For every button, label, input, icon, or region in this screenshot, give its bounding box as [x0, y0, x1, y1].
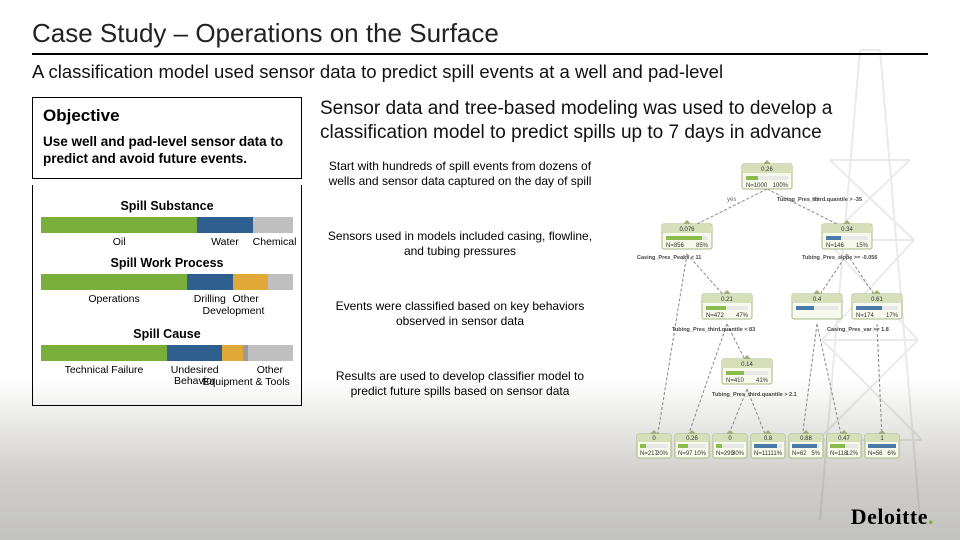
slide-subtitle: A classification model used sensor data … — [32, 61, 928, 83]
svg-text:0.47: 0.47 — [838, 436, 850, 442]
svg-text:0.8: 0.8 — [764, 436, 773, 442]
svg-text:N=62: N=62 — [792, 451, 807, 457]
chart-title-process: Spill Work Process — [41, 256, 293, 270]
svg-text:N=146: N=146 — [826, 243, 845, 249]
svg-text:0.14: 0.14 — [741, 362, 753, 368]
step-3: Events were classified based on key beha… — [320, 299, 600, 329]
svg-text:0.076: 0.076 — [679, 227, 695, 233]
svg-text:20%: 20% — [656, 451, 669, 457]
step-2: Sensors used in models included casing, … — [320, 229, 600, 259]
chart-title-cause: Spill Cause — [41, 327, 293, 341]
svg-text:85%: 85% — [696, 243, 709, 249]
deloitte-logo: Deloitte. — [851, 504, 934, 530]
svg-text:15%: 15% — [856, 243, 869, 249]
svg-text:N=856: N=856 — [666, 243, 685, 249]
step-4: Results are used to develop classifier m… — [320, 369, 600, 399]
svg-text:Tubing_Pres_slope >= -0.056: Tubing_Pres_slope >= -0.056 — [802, 255, 877, 261]
svg-text:0.61: 0.61 — [871, 297, 883, 303]
svg-text:Tubing_Pres_third.quantile < 8: Tubing_Pres_third.quantile < 83 — [672, 327, 755, 333]
svg-text:47%: 47% — [736, 313, 749, 319]
svg-text:Casing_Pres_var >= 1.8: Casing_Pres_var >= 1.8 — [827, 327, 889, 333]
svg-text:6%: 6% — [887, 451, 896, 457]
chart-bar-process — [41, 274, 293, 290]
svg-text:N=111: N=111 — [754, 451, 772, 457]
svg-text:5%: 5% — [811, 451, 820, 457]
svg-text:0.34: 0.34 — [841, 227, 853, 233]
chart-labels-substance: Oil Water Chemical — [41, 237, 293, 248]
slide-title: Case Study – Operations on the Surface — [32, 18, 928, 49]
svg-text:Tubing_Pres_third.quantile > 2: Tubing_Pres_third.quantile > 2.1 — [712, 392, 797, 398]
svg-text:N=472: N=472 — [706, 313, 725, 319]
svg-text:0.4: 0.4 — [813, 297, 822, 303]
objective-heading: Objective — [43, 106, 291, 126]
chart-labels-cause: Technical Failure Undesired Behavior Oth… — [41, 365, 293, 387]
chart-labels-process: Operations Drilling Other Development — [41, 294, 293, 305]
svg-text:no: no — [812, 197, 819, 203]
svg-text:Casing_Pres_Peaks < 11: Casing_Pres_Peaks < 11 — [637, 255, 701, 261]
svg-text:0.88: 0.88 — [800, 436, 812, 442]
right-headline: Sensor data and tree-based modeling was … — [320, 97, 928, 145]
svg-text:N=410: N=410 — [726, 378, 745, 384]
svg-text:12%: 12% — [846, 451, 859, 457]
svg-text:N=56: N=56 — [868, 451, 883, 457]
svg-text:N=97: N=97 — [678, 451, 693, 457]
svg-text:0.21: 0.21 — [721, 297, 733, 303]
decision-tree-diagram: 0.26 N=1000 100% Tubing_Pres_third.quant… — [606, 159, 928, 484]
svg-text:30%: 30% — [732, 451, 745, 457]
objective-box: Objective Use well and pad-level sensor … — [32, 97, 302, 179]
charts-box: Spill Substance Oil Water Chemical Spill… — [32, 185, 302, 406]
svg-text:11%: 11% — [770, 451, 782, 457]
chart-bar-substance — [41, 217, 293, 233]
step-1: Start with hundreds of spill events from… — [320, 159, 600, 189]
svg-text:100%: 100% — [773, 183, 789, 189]
svg-text:N=1000: N=1000 — [746, 183, 768, 189]
objective-body: Use well and pad-level sensor data to pr… — [43, 134, 291, 168]
svg-text:0.26: 0.26 — [686, 436, 698, 442]
chart-bar-cause — [41, 345, 293, 361]
svg-text:yes: yes — [727, 197, 736, 203]
svg-text:17%: 17% — [886, 313, 899, 319]
svg-text:10%: 10% — [694, 451, 707, 457]
title-rule — [32, 53, 928, 55]
svg-text:41%: 41% — [756, 378, 769, 384]
svg-text:N=174: N=174 — [856, 313, 875, 319]
svg-text:Tubing_Pres_third.quantile > -: Tubing_Pres_third.quantile > -35 — [777, 197, 862, 203]
svg-text:0.26: 0.26 — [761, 167, 773, 173]
chart-title-substance: Spill Substance — [41, 199, 293, 213]
